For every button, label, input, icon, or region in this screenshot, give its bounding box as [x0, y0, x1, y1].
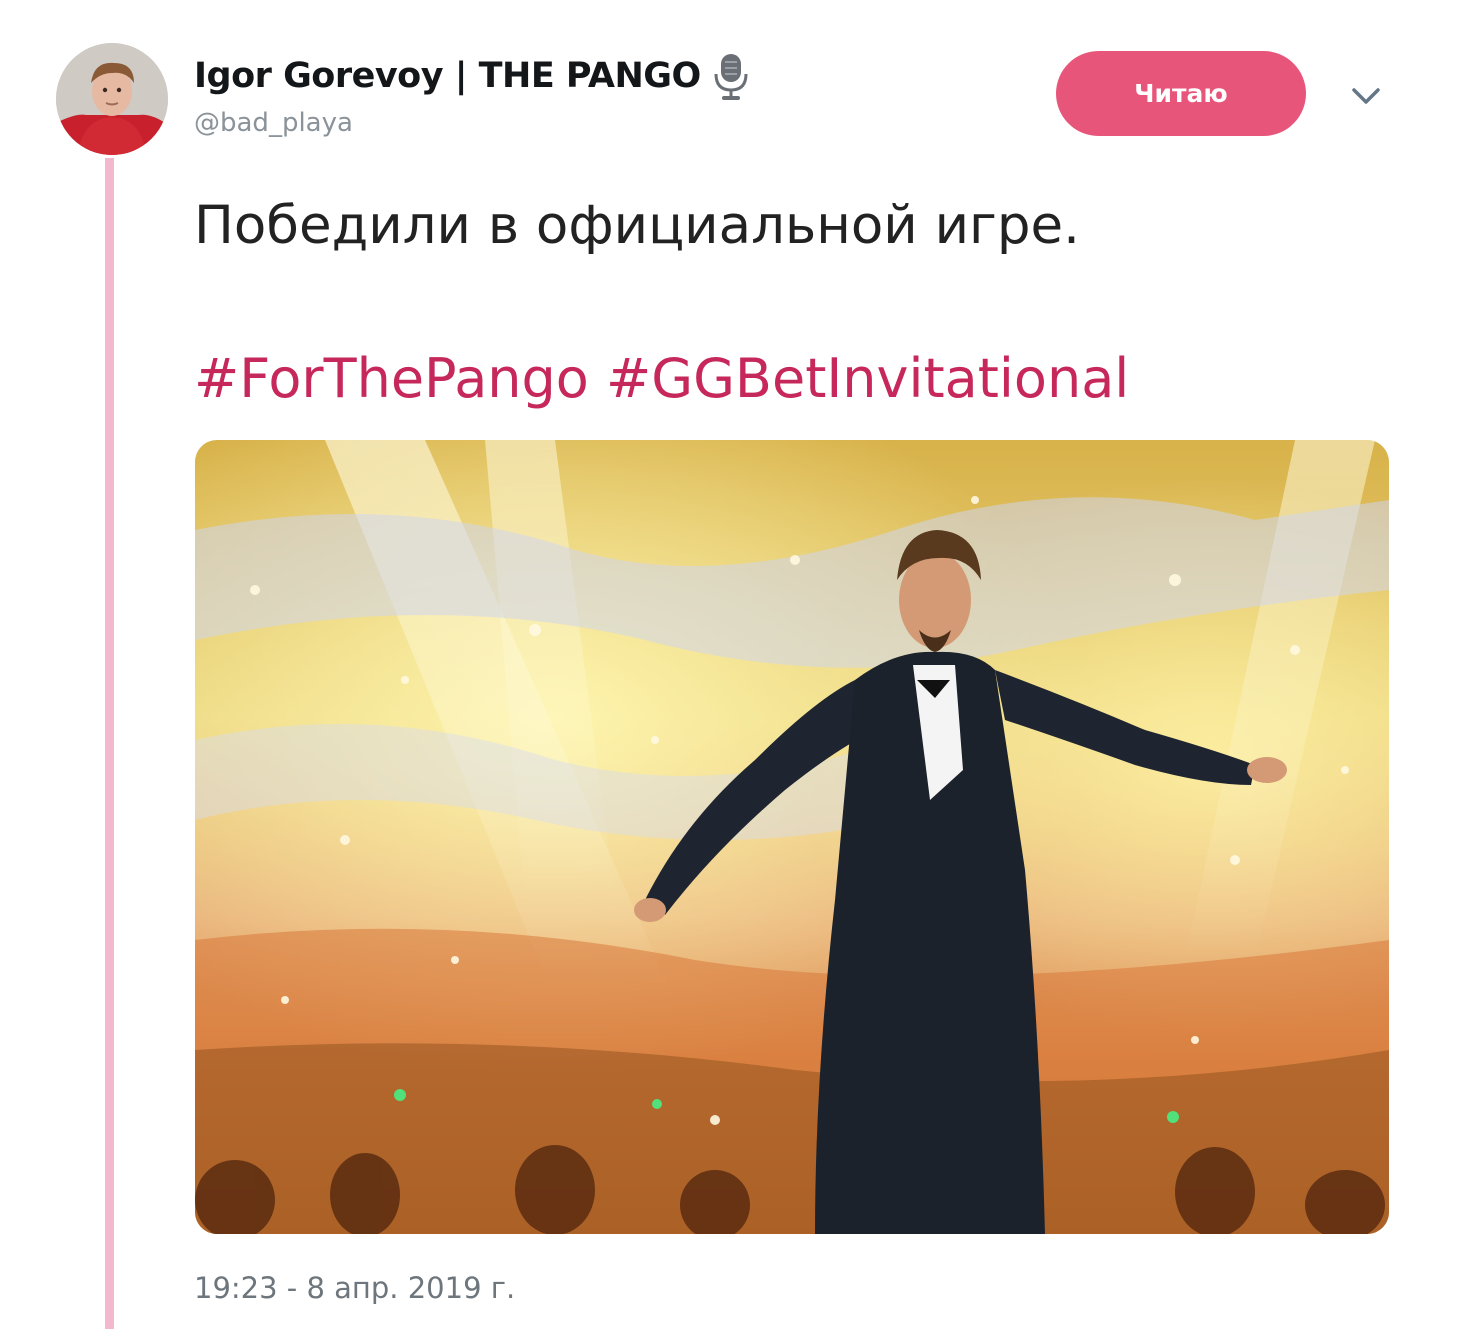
tweet-text: Победили в официальной игре. [194, 195, 1080, 256]
hashtag-link[interactable]: #ForThePango [194, 347, 589, 410]
chevron-down-icon[interactable] [1348, 82, 1384, 110]
author-handle[interactable]: @bad_playa [194, 108, 353, 138]
hashtag-link[interactable]: #GGBetInvitational [606, 347, 1129, 410]
avatar[interactable] [56, 43, 168, 155]
thread-line [105, 158, 114, 1329]
follow-button[interactable]: Читаю [1056, 51, 1306, 136]
photo-stage-man-arms-outstretched [195, 440, 1389, 1234]
microphone-icon [711, 50, 751, 102]
hashtag-line: #ForThePango #GGBetInvitational [194, 347, 1129, 410]
author-name[interactable]: Igor Gorevoy | THE PANGO [194, 56, 701, 96]
follow-button-label: Читаю [1134, 79, 1228, 108]
author-header: Igor Gorevoy | THE PANGO [194, 50, 751, 102]
tweet-timestamp[interactable]: 19:23 - 8 апр. 2019 г. [194, 1271, 515, 1305]
tweet-media-image[interactable] [195, 440, 1389, 1234]
